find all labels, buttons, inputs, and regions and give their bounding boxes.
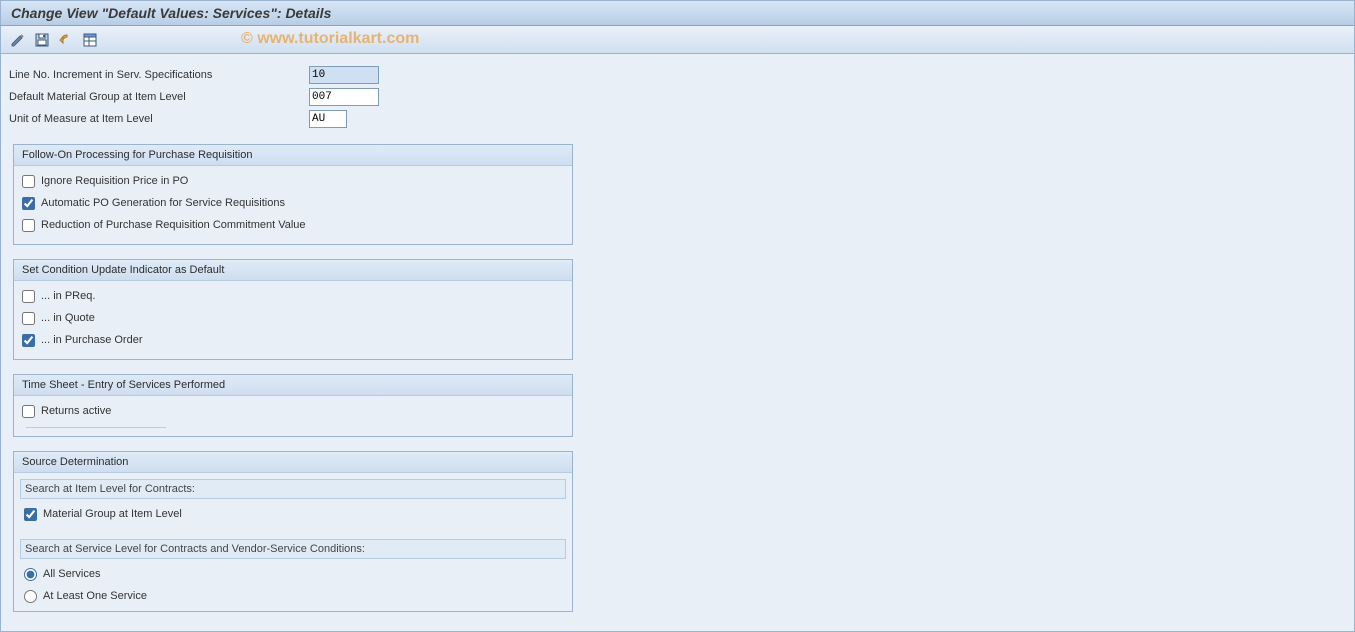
field-row-uom: Unit of Measure at Item Level — [1, 108, 1354, 130]
subheader-item-level: Search at Item Level for Contracts: — [20, 479, 566, 499]
label-in-quote: ... in Quote — [41, 312, 95, 324]
chk-row-in-po: ... in Purchase Order — [22, 329, 564, 351]
label-reduce-commitment: Reduction of Purchase Requisition Commit… — [41, 219, 306, 231]
label-uom: Unit of Measure at Item Level — [9, 113, 309, 125]
chk-row-matgroup-item: Material Group at Item Level — [24, 503, 562, 525]
field-row-mat-group: Default Material Group at Item Level — [1, 86, 1354, 108]
chk-row-auto-po: Automatic PO Generation for Service Requ… — [22, 192, 564, 214]
label-mat-group: Default Material Group at Item Level — [9, 91, 309, 103]
toggle-display-change-icon[interactable] — [9, 31, 27, 49]
group-title-follow-on: Follow-On Processing for Purchase Requis… — [14, 145, 572, 166]
label-auto-po: Automatic PO Generation for Service Requ… — [41, 197, 285, 209]
page-title: Change View "Default Values: Services": … — [11, 5, 331, 21]
chk-row-in-preq: ... in PReq. — [22, 285, 564, 307]
label-in-preq: ... in PReq. — [41, 290, 95, 302]
group-title-time-sheet: Time Sheet - Entry of Services Performed — [14, 375, 572, 396]
group-cond-update: Set Condition Update Indicator as Defaul… — [13, 259, 573, 360]
label-all-services: All Services — [43, 568, 100, 580]
subheader-service-level: Search at Service Level for Contracts an… — [20, 539, 566, 559]
label-returns-active: Returns active — [41, 405, 111, 417]
application-toolbar: © www.tutorialkart.com — [0, 26, 1355, 54]
checkbox-ignore-req-price[interactable] — [22, 175, 35, 188]
label-ignore-req-price: Ignore Requisition Price in PO — [41, 175, 188, 187]
radio-all-services[interactable] — [24, 568, 37, 581]
group-time-sheet: Time Sheet - Entry of Services Performed… — [13, 374, 573, 437]
label-in-po: ... in Purchase Order — [41, 334, 143, 346]
back-icon[interactable] — [57, 31, 75, 49]
divider-line — [26, 424, 166, 428]
checkbox-matgroup-item[interactable] — [24, 508, 37, 521]
checkbox-reduce-commitment[interactable] — [22, 219, 35, 232]
input-mat-group[interactable] — [309, 88, 379, 106]
group-follow-on: Follow-On Processing for Purchase Requis… — [13, 144, 573, 245]
checkbox-in-po[interactable] — [22, 334, 35, 347]
input-uom[interactable] — [309, 110, 347, 128]
group-title-source-det: Source Determination — [14, 452, 572, 473]
label-line-no: Line No. Increment in Serv. Specificatio… — [9, 69, 309, 81]
chk-row-in-quote: ... in Quote — [22, 307, 564, 329]
group-source-det: Source Determination Search at Item Leve… — [13, 451, 573, 612]
input-line-no[interactable] — [309, 66, 379, 84]
layout-settings-icon[interactable] — [81, 31, 99, 49]
chk-row-ignore-price: Ignore Requisition Price in PO — [22, 170, 564, 192]
group-title-cond-update: Set Condition Update Indicator as Defaul… — [14, 260, 572, 281]
field-row-line-no: Line No. Increment in Serv. Specificatio… — [1, 64, 1354, 86]
window-title-bar: Change View "Default Values: Services": … — [0, 0, 1355, 26]
label-at-least-one: At Least One Service — [43, 590, 147, 602]
checkbox-in-preq[interactable] — [22, 290, 35, 303]
chk-row-reduce-commitment: Reduction of Purchase Requisition Commit… — [22, 214, 564, 236]
label-matgroup-item: Material Group at Item Level — [43, 508, 182, 520]
radio-at-least-one[interactable] — [24, 590, 37, 603]
checkbox-auto-po[interactable] — [22, 197, 35, 210]
checkbox-returns-active[interactable] — [22, 405, 35, 418]
checkbox-in-quote[interactable] — [22, 312, 35, 325]
watermark-text: © www.tutorialkart.com — [241, 30, 419, 48]
chk-row-returns-active: Returns active — [22, 400, 564, 422]
save-icon[interactable] — [33, 31, 51, 49]
radio-row-at-least-one: At Least One Service — [24, 585, 562, 607]
work-area: Line No. Increment in Serv. Specificatio… — [0, 54, 1355, 632]
radio-row-all-services: All Services — [24, 563, 562, 585]
